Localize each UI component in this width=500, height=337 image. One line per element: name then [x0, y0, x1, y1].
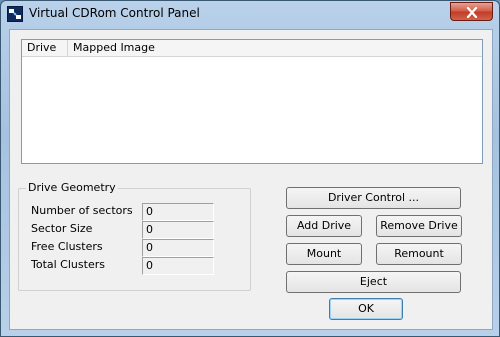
total-clusters-label: Total Clusters [31, 258, 105, 271]
dialog-client-area: Drive Mapped Image Drive Geometry Number… [9, 29, 493, 330]
close-icon [466, 7, 478, 18]
number-of-sectors-value: 0 [142, 203, 214, 221]
drive-geometry-group: Drive Geometry Number of sectors 0 Secto… [18, 181, 251, 291]
add-drive-button[interactable]: Add Drive [286, 215, 362, 237]
drive-list[interactable]: Drive Mapped Image [21, 39, 483, 164]
mount-button[interactable]: Mount [286, 243, 362, 265]
cdrom-app-icon [7, 6, 23, 22]
remount-button[interactable]: Remount [376, 243, 462, 265]
sector-size-label: Sector Size [31, 222, 93, 235]
driver-control-button[interactable]: Driver Control ... [286, 187, 461, 209]
total-clusters-value: 0 [142, 257, 214, 275]
group-title: Drive Geometry [26, 181, 118, 194]
close-button[interactable] [450, 2, 493, 21]
free-clusters-label: Free Clusters [31, 240, 103, 253]
remove-drive-button[interactable]: Remove Drive [376, 215, 462, 237]
ok-button[interactable]: OK [329, 298, 403, 320]
sector-size-value: 0 [142, 221, 214, 239]
title-bar[interactable]: Virtual CDRom Control Panel [1, 1, 499, 27]
list-header: Drive Mapped Image [22, 40, 482, 57]
window-title: Virtual CDRom Control Panel [29, 6, 200, 20]
column-header-mapped-image[interactable]: Mapped Image [68, 40, 482, 56]
eject-button[interactable]: Eject [286, 271, 461, 293]
number-of-sectors-label: Number of sectors [31, 204, 133, 217]
column-header-drive[interactable]: Drive [22, 40, 68, 56]
app-window: Virtual CDRom Control Panel Drive Mapped… [0, 0, 500, 337]
free-clusters-value: 0 [142, 239, 214, 257]
